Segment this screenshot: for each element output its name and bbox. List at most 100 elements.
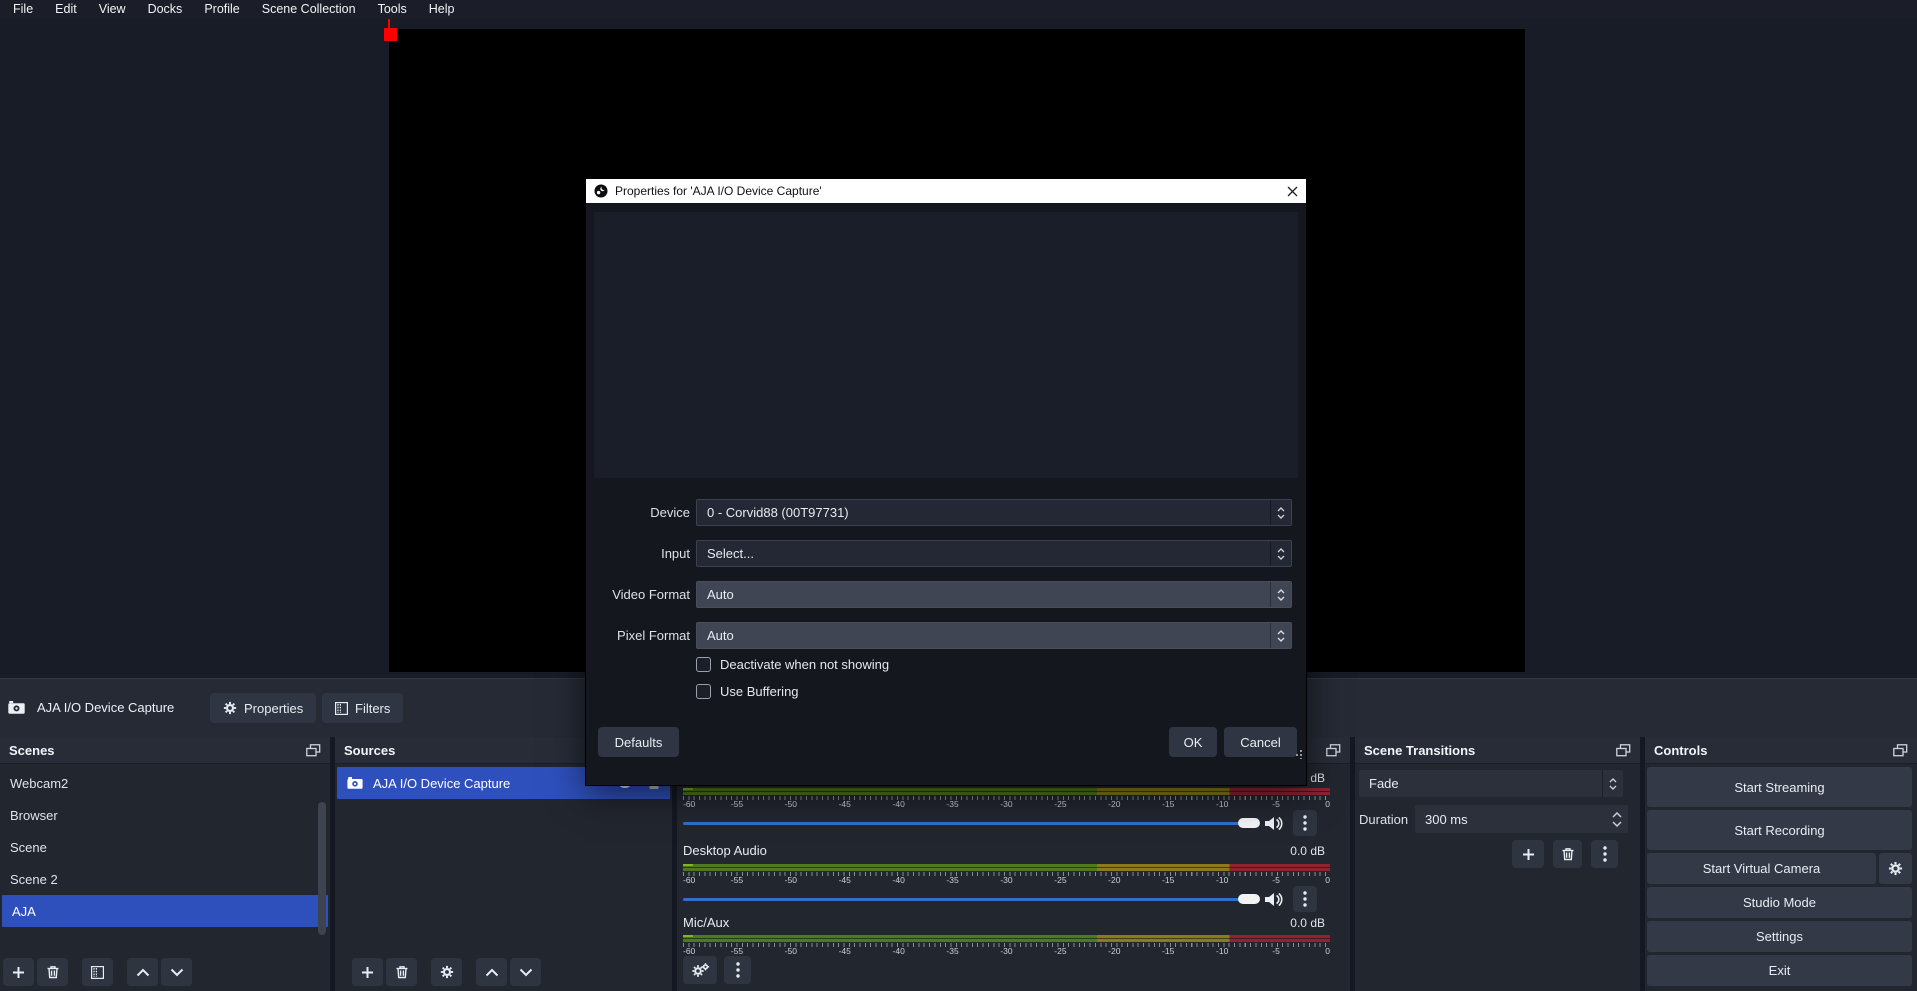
source-properties-button[interactable] (431, 958, 462, 986)
mixer-kebab-button[interactable] (1293, 886, 1317, 912)
scenes-scrollbar[interactable] (318, 802, 326, 935)
properties-button[interactable]: Properties (210, 693, 316, 723)
start-streaming-button[interactable]: Start Streaming (1647, 767, 1912, 807)
mixer-channel-row: Desktop Audio 0.0 dB (683, 843, 1325, 858)
move-scene-down-button[interactable] (161, 958, 192, 986)
meter-tick-label: -45 (839, 875, 851, 885)
add-transition-button[interactable] (1512, 840, 1544, 868)
menu-item[interactable]: Scene Collection (251, 0, 367, 19)
meter-tick-label: -60 (683, 799, 695, 809)
duration-spinbox[interactable]: 300 ms (1415, 805, 1628, 833)
add-scene-button[interactable] (3, 958, 34, 986)
meter-tick-label: -20 (1108, 875, 1120, 885)
meter-tick-label: -35 (946, 875, 958, 885)
popout-icon[interactable] (306, 744, 321, 757)
remove-scene-button[interactable] (37, 958, 68, 986)
start-virtual-camera-button[interactable]: Start Virtual Camera (1647, 853, 1876, 884)
virtual-camera-config-button[interactable] (1879, 853, 1912, 884)
deactivate-checkbox-label: Deactivate when not showing (720, 657, 889, 672)
input-select[interactable]: Select... (696, 540, 1292, 567)
deactivate-checkbox-row[interactable]: Deactivate when not showing (696, 655, 889, 673)
ok-button[interactable]: OK (1169, 727, 1217, 757)
speaker-icon[interactable] (1264, 815, 1284, 832)
resize-grip-icon[interactable] (1294, 750, 1303, 759)
menu-item[interactable]: Profile (193, 0, 250, 19)
popout-icon[interactable] (1616, 744, 1631, 757)
move-scene-up-button[interactable] (127, 958, 158, 986)
scene-item[interactable]: AJA (2, 895, 328, 927)
scene-item[interactable]: Scene (0, 831, 330, 863)
volume-slider[interactable] (683, 810, 1260, 836)
remove-source-button[interactable] (386, 958, 417, 986)
volume-slider-handle[interactable] (1238, 818, 1260, 828)
meter-tick-label: -5 (1272, 946, 1280, 956)
obs-main-window: { "menu_bar": { "items": ["File","Edit",… (0, 0, 1917, 991)
settings-button[interactable]: Settings (1647, 921, 1912, 952)
pixel-format-select[interactable]: Auto (696, 622, 1292, 649)
source-selection-handle[interactable] (384, 28, 397, 41)
camera-icon (8, 701, 25, 714)
properties-dialog: Properties for 'AJA I/O Device Capture' … (585, 178, 1307, 786)
popout-icon[interactable] (1893, 744, 1908, 757)
filters-button[interactable]: Filters (322, 693, 403, 723)
meter-tick-label: -15 (1162, 799, 1174, 809)
menu-item[interactable]: Tools (367, 0, 418, 19)
remove-transition-button[interactable] (1553, 840, 1582, 868)
chevron-updown-icon (1270, 500, 1291, 525)
video-format-select[interactable]: Auto (696, 581, 1292, 608)
checkbox-icon[interactable] (696, 684, 711, 699)
studio-mode-button[interactable]: Studio Mode (1647, 887, 1912, 918)
filter-icon (335, 702, 348, 715)
meter-scale: -60-55-50-45-40-35-30-25-20-15-10-50 (683, 872, 1330, 885)
spinner-arrows-icon[interactable] (1612, 805, 1622, 833)
cancel-button[interactable]: Cancel (1224, 727, 1297, 757)
exit-button[interactable]: Exit (1647, 955, 1912, 986)
speaker-icon[interactable] (1264, 891, 1284, 908)
meter-tick-label: -10 (1216, 875, 1228, 885)
close-icon[interactable] (1287, 186, 1298, 197)
menu-item[interactable]: File (2, 0, 44, 19)
advanced-audio-button[interactable] (683, 956, 717, 984)
meter-tick-label: -15 (1162, 946, 1174, 956)
meter-tick-label: -50 (785, 799, 797, 809)
mixer-toolbar (683, 956, 751, 984)
defaults-button[interactable]: Defaults (598, 727, 679, 757)
mixer-channel-name: Mic/Aux (683, 915, 729, 930)
meter-scale: -60-55-50-45-40-35-30-25-20-15-10-50 (683, 796, 1330, 809)
menu-item[interactable]: Edit (44, 0, 88, 19)
scene-item[interactable]: Scene 2 (0, 863, 330, 895)
dialog-titlebar[interactable]: Properties for 'AJA I/O Device Capture' (586, 179, 1306, 203)
add-source-button[interactable] (352, 958, 383, 986)
chevron-updown-icon (1602, 770, 1623, 797)
input-label: Input (586, 546, 690, 561)
menu-item[interactable]: Docks (137, 0, 194, 19)
scenes-dock: Scenes Webcam2BrowserSceneScene 2AJA (0, 737, 330, 991)
mixer-menu-button[interactable] (724, 956, 751, 984)
menu-item[interactable]: Help (418, 0, 466, 19)
start-recording-button[interactable]: Start Recording (1647, 810, 1912, 850)
move-source-up-button[interactable] (476, 958, 507, 986)
meter-tick-label: -35 (946, 946, 958, 956)
use-buffering-checkbox-row[interactable]: Use Buffering (696, 682, 799, 700)
mixer-kebab-button[interactable] (1293, 810, 1317, 836)
scene-filters-button[interactable] (82, 958, 113, 986)
mixer-channel-value: 0.0 dB (1290, 844, 1325, 858)
volume-row (683, 810, 1330, 836)
checkbox-icon[interactable] (696, 657, 711, 672)
volume-slider-handle[interactable] (1238, 894, 1260, 904)
move-source-down-button[interactable] (510, 958, 541, 986)
scene-item[interactable]: Webcam2 (0, 767, 330, 799)
sources-title: Sources (344, 743, 395, 758)
volume-meter (683, 788, 1330, 795)
dialog-title: Properties for 'AJA I/O Device Capture' (615, 184, 1280, 198)
mixer-channel-value: dB (1310, 771, 1325, 785)
volume-slider[interactable] (683, 886, 1260, 912)
transition-menu-button[interactable] (1591, 840, 1618, 868)
transition-select[interactable]: Fade (1359, 770, 1623, 797)
scene-item[interactable]: Browser (0, 799, 330, 831)
duration-row: Duration 300 ms (1359, 805, 1628, 833)
menu-item[interactable]: View (88, 0, 137, 19)
chevron-updown-icon (1270, 623, 1291, 648)
popout-icon[interactable] (1326, 744, 1341, 757)
device-select[interactable]: 0 - Corvid88 (00T97731) (696, 499, 1292, 526)
